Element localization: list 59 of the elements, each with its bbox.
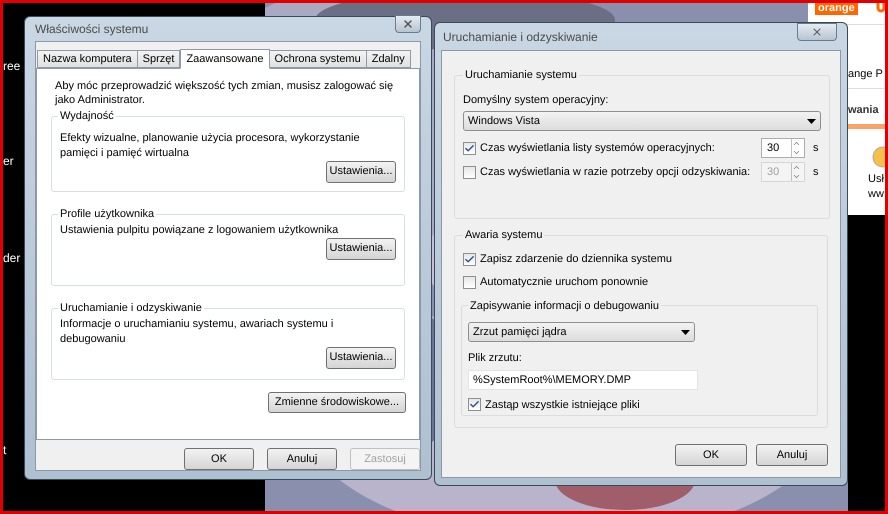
dialog-button[interactable]: Anuluj	[267, 448, 337, 470]
group-title: Awaria systemu	[464, 228, 544, 243]
dialog-button[interactable]: Ustawienia...	[326, 346, 396, 368]
close-icon	[811, 26, 823, 38]
dialog-button[interactable]: OK	[675, 444, 747, 466]
close-icon	[402, 18, 414, 30]
spin-box[interactable]: 30	[761, 138, 805, 158]
group-description: Ustawienia pulpitu powiązane z logowaniem użytkownika	[60, 222, 340, 238]
desktop-icon-label[interactable]: t	[3, 441, 6, 459]
tab[interactable]: Sprzęt	[136, 50, 180, 68]
unit-label: s	[813, 164, 820, 180]
checkbox[interactable]	[468, 398, 481, 412]
group-title: Profile użytkownika	[59, 207, 156, 222]
dropdown[interactable]: Zrzut pamięci jądra	[468, 322, 695, 342]
group-title: Uruchamianie i odzyskiwanie	[59, 301, 203, 316]
group-title: Uruchamianie systemu	[464, 68, 578, 83]
desktop-icon-label[interactable]: ree	[3, 57, 20, 75]
checkbox-label[interactable]: Czas wyświetlania w razie potrzeby opcji odzyskiwania:	[480, 164, 761, 180]
input-field[interactable]: %SystemRoot%\MEMORY.DMP	[468, 370, 698, 390]
dropdown-arrow-icon	[681, 330, 690, 334]
service-label: Usł	[868, 172, 884, 187]
checkbox-label[interactable]: Automatycznie uruchom ponownie	[480, 274, 648, 290]
tab-text[interactable]: wania	[848, 102, 879, 118]
window-title: Właściwości systemu	[35, 21, 148, 38]
window-title: Uruchamianie i odzyskiwanie	[442, 28, 598, 46]
group-title: Wydajność	[59, 109, 115, 124]
field-label: Domyślny system operacyjny:	[463, 92, 610, 108]
tab[interactable]: Zdalny	[366, 50, 411, 68]
group-description: Informacje o uruchamianiu systemu, awariach systemu i debugowaniu	[60, 316, 334, 346]
field-label: Plik zrzutu:	[468, 351, 523, 366]
close-button[interactable]	[797, 23, 837, 41]
checkbox[interactable]	[463, 166, 476, 178]
checkbox[interactable]	[463, 276, 476, 288]
service-label: ww	[868, 187, 884, 202]
unit-label: s	[813, 140, 820, 156]
checkbox-label[interactable]: Czas wyświetlania listy systemów operacyjnych:	[480, 140, 761, 156]
dialog-button[interactable]: OK	[184, 448, 254, 470]
notice-text: Aby móc przeprowadzić większość tych zmian, musisz zalogować się jako Administrator.	[54, 79, 394, 107]
checkbox-label[interactable]: Zapisz zdarzenie do dziennika systemu	[480, 250, 672, 268]
tab[interactable]: Ochrona systemu	[268, 50, 367, 68]
checkbox[interactable]	[463, 252, 476, 266]
tab[interactable]: Zaawansowane	[180, 49, 270, 69]
checkbox-label[interactable]: Zastąp wszystkie istniejące pliki	[485, 396, 640, 413]
dialog-button[interactable]: Ustawienia...	[326, 160, 396, 182]
tab[interactable]: Nazwa komputera	[37, 50, 138, 68]
dialog-button[interactable]: Anuluj	[756, 444, 828, 466]
dropdown[interactable]: Windows Vista	[463, 111, 821, 131]
close-button[interactable]	[395, 15, 421, 33]
dropdown-arrow-icon	[807, 118, 816, 124]
environment-variables-button[interactable]: Zmienne środowiskowe...	[268, 392, 406, 413]
checkbox[interactable]	[463, 142, 476, 154]
service-icon[interactable]	[872, 146, 888, 168]
desktop-icon-label[interactable]: er	[3, 152, 14, 170]
group-description: Efekty wizualne, planowanie użycia procesora, wykorzystanie pamięci i pamięć wirtualna	[60, 130, 361, 160]
ring-icon	[876, 1, 886, 15]
desktop-icon-label[interactable]: der	[3, 249, 20, 267]
dialog-button[interactable]: Ustawienia...	[326, 238, 396, 260]
group-title: Zapisywanie informacji o debugowaniu	[469, 298, 660, 314]
header-text: ange P	[848, 67, 883, 82]
